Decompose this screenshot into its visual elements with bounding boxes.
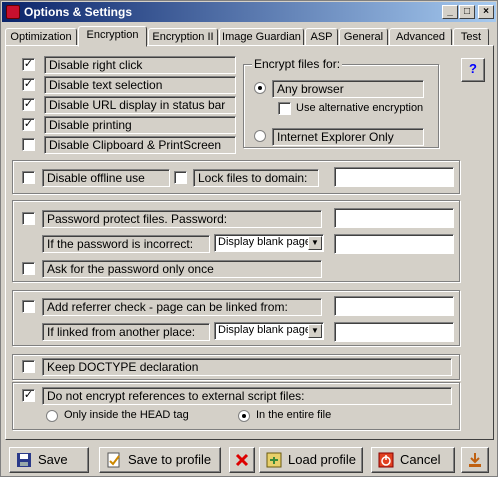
password-incorrect-input[interactable]	[334, 234, 454, 254]
title-bar[interactable]: Options & Settings _ □ ×	[2, 2, 496, 22]
ie-only-label: Internet Explorer Only	[272, 128, 424, 146]
app-icon	[6, 5, 20, 19]
referrer-other-label: If linked from another place:	[42, 323, 210, 341]
password-protect-checkbox[interactable]	[22, 212, 35, 225]
disable-right-click-checkbox[interactable]: ✓	[22, 58, 35, 71]
disable-text-selection-label: Disable text selection	[44, 76, 236, 94]
alt-encryption-label: Use alternative encryption	[296, 102, 424, 114]
delete-x-icon	[235, 453, 249, 467]
encrypt-for-title: Encrypt files for:	[252, 57, 343, 71]
keep-doctype-checkbox[interactable]	[22, 360, 35, 373]
lock-domain-label: Lock files to domain:	[193, 169, 319, 187]
disable-printing-checkbox[interactable]: ✓	[22, 118, 35, 131]
keep-doctype-label: Keep DOCTYPE declaration	[42, 358, 452, 376]
tab-image-guardian[interactable]: Image Guardian	[219, 28, 304, 46]
delete-profile-button[interactable]	[229, 447, 255, 473]
options-window: Options & Settings _ □ × Optimization En…	[0, 0, 498, 477]
referrer-other-value: Display blank page	[218, 324, 311, 336]
password-protect-label: Password protect files. Password:	[42, 210, 322, 228]
help-button[interactable]: ?	[461, 58, 485, 82]
tab-test[interactable]: Test	[453, 28, 489, 46]
tab-advanced[interactable]: Advanced	[389, 28, 452, 46]
chevron-down-icon[interactable]: ▼	[308, 236, 322, 250]
ask-once-checkbox[interactable]	[22, 262, 35, 275]
ie-only-radio[interactable]	[254, 130, 266, 142]
close-button[interactable]: ×	[478, 5, 494, 19]
external-scripts-label: Do not encrypt references to external sc…	[42, 387, 452, 405]
encryption-panel: ✓ Disable right click ✓ Disable text sel…	[5, 45, 494, 440]
entire-file-radio[interactable]	[238, 410, 250, 422]
disable-url-display-label: Disable URL display in status bar	[44, 96, 236, 114]
download-button[interactable]	[461, 447, 489, 473]
save-to-profile-button[interactable]: Save to profile	[99, 447, 221, 473]
tab-strip: Optimization Encryption Encryption II Im…	[5, 26, 495, 47]
any-browser-radio[interactable]	[254, 82, 266, 94]
referrer-check-checkbox[interactable]	[22, 300, 35, 313]
download-icon	[469, 453, 481, 467]
head-only-radio[interactable]	[46, 410, 58, 422]
referrer-other-select[interactable]: Display blank page ▼	[214, 322, 324, 340]
disable-clipboard-checkbox[interactable]	[22, 138, 35, 151]
tab-asp[interactable]: ASP	[305, 28, 338, 46]
password-incorrect-label: If the password is incorrect:	[42, 235, 210, 253]
chevron-down-icon[interactable]: ▼	[308, 324, 322, 338]
tab-general[interactable]: General	[339, 28, 388, 46]
ask-once-label: Ask for the password only once	[42, 260, 322, 278]
tab-optimization[interactable]: Optimization	[5, 28, 77, 46]
load-profile-icon	[266, 452, 282, 468]
profile-save-icon	[107, 452, 120, 468]
referrer-other-input[interactable]	[334, 322, 454, 342]
head-only-label: Only inside the HEAD tag	[64, 409, 189, 421]
disable-url-display-checkbox[interactable]: ✓	[22, 98, 35, 111]
disable-offline-label: Disable offline use	[42, 169, 170, 187]
password-input[interactable]	[334, 208, 454, 228]
floppy-disk-icon	[17, 453, 31, 467]
tab-encryption[interactable]: Encryption	[78, 26, 147, 47]
power-icon	[378, 452, 394, 468]
maximize-button[interactable]: □	[459, 5, 475, 19]
window-title: Options & Settings	[24, 5, 132, 19]
domain-input[interactable]	[334, 167, 454, 187]
cancel-button[interactable]: Cancel	[371, 447, 455, 473]
save-button[interactable]: Save	[9, 447, 89, 473]
disable-clipboard-label: Disable Clipboard & PrintScreen	[44, 136, 236, 154]
lock-domain-checkbox[interactable]	[174, 171, 187, 184]
load-profile-button[interactable]: Load profile	[259, 447, 363, 473]
disable-offline-checkbox[interactable]	[22, 171, 35, 184]
referrer-check-label: Add referrer check - page can be linked …	[42, 298, 322, 316]
disable-text-selection-checkbox[interactable]: ✓	[22, 78, 35, 91]
any-browser-label: Any browser	[272, 80, 424, 98]
referrer-from-input[interactable]	[334, 296, 454, 316]
alt-encryption-checkbox[interactable]	[278, 102, 291, 115]
disable-printing-label: Disable printing	[44, 116, 236, 134]
minimize-button[interactable]: _	[442, 5, 458, 19]
password-incorrect-select[interactable]: Display blank page ▼	[214, 234, 324, 252]
external-scripts-checkbox[interactable]: ✓	[22, 389, 35, 402]
entire-file-label: In the entire file	[256, 409, 332, 421]
tab-encryption-ii[interactable]: Encryption II	[148, 28, 218, 46]
disable-right-click-label: Disable right click	[44, 56, 236, 74]
password-incorrect-value: Display blank page	[218, 236, 311, 248]
